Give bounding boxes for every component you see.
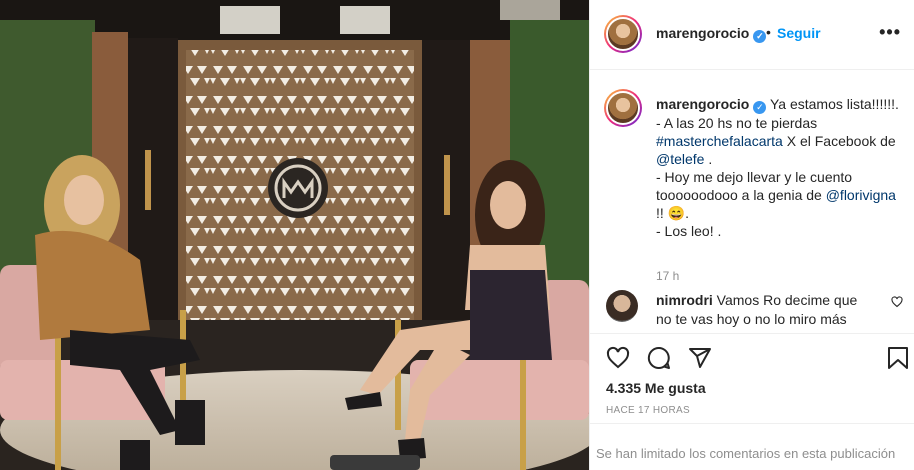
caption-line-4: @telefe .: [656, 150, 906, 168]
caption-timestamp[interactable]: 17 h: [656, 269, 679, 283]
commenter-username[interactable]: nimrodri: [656, 292, 713, 308]
caption-text: marengorocio ✓ Ya estamos lista!!!!!!. - …: [656, 95, 906, 240]
caption-line-2: - A las 20 hs no te pierdas: [656, 115, 818, 131]
caption-line-text: toooooodooo a la genia de: [656, 187, 826, 203]
verified-badge-icon: ✓: [753, 101, 767, 114]
follow-button[interactable]: Seguir: [777, 25, 821, 41]
avatar-image: [606, 17, 640, 51]
comment-icon[interactable]: [647, 346, 671, 370]
caption-author-username[interactable]: marengorocio: [656, 96, 749, 112]
caption-line-3: #masterchefalacarta X el Facebook de: [656, 132, 906, 150]
author-username-link[interactable]: marengorocio ✓: [656, 25, 767, 43]
masterchef-set-photo: [0, 0, 589, 470]
verified-badge-icon: ✓: [753, 30, 767, 43]
heart-icon[interactable]: [606, 346, 630, 370]
separator-dot: •: [766, 24, 771, 40]
hashtag-link[interactable]: #masterchefalacarta: [656, 133, 783, 149]
caption-line-1: marengorocio ✓ Ya estamos lista!!!!!!.: [656, 95, 906, 114]
commenter-avatar[interactable]: [606, 290, 638, 322]
post-timestamp[interactable]: HACE 17 HORAS: [606, 405, 690, 416]
caption-author-avatar[interactable]: [604, 89, 642, 127]
caption-line-8: - Los leo! .: [656, 223, 722, 239]
like-comment-heart-icon[interactable]: [891, 296, 903, 308]
avatar-image: [606, 91, 640, 125]
comments-section[interactable]: marengorocio ✓ Ya estamos lista!!!!!!. - …: [590, 71, 914, 333]
mention-link-telefe[interactable]: @telefe: [656, 151, 704, 167]
more-options-icon[interactable]: •••: [879, 22, 901, 43]
comment-text: nimrodri Vamos Ro decime que no te vas h…: [656, 291, 876, 329]
post-details-panel: marengorocio ✓ • Seguir ••• marengorocio ✓…: [589, 0, 914, 470]
likes-count[interactable]: 4.335 Me gusta: [606, 380, 706, 396]
share-icon[interactable]: [688, 346, 712, 370]
comments-limited-notice: Se han limitado los comentarios en esta …: [590, 423, 914, 470]
caption-line-6: toooooodooo a la genia de @florivigna: [656, 186, 906, 204]
caption-line-5: - Hoy me dejo llevar y le cuento: [656, 169, 853, 185]
author-avatar[interactable]: [604, 15, 642, 53]
post-header: marengorocio ✓ • Seguir •••: [590, 0, 914, 70]
bookmark-icon[interactable]: [887, 346, 909, 370]
mention-link-florivigna[interactable]: @florivigna: [826, 187, 896, 203]
author-username: marengorocio: [656, 25, 750, 41]
post-photo[interactable]: [0, 0, 589, 470]
post-actions: 4.335 Me gusta HACE 17 HORAS Se han limi…: [590, 333, 914, 470]
caption-line-text: Ya estamos lista!!!!!!.: [770, 96, 899, 112]
caption-line-7: !! 😄.: [656, 205, 689, 221]
comments-limited-text: Se han limitado los comentarios en esta …: [596, 446, 896, 461]
caption-line-text: X el Facebook de: [782, 133, 896, 149]
caption-line-text: .: [704, 151, 713, 167]
